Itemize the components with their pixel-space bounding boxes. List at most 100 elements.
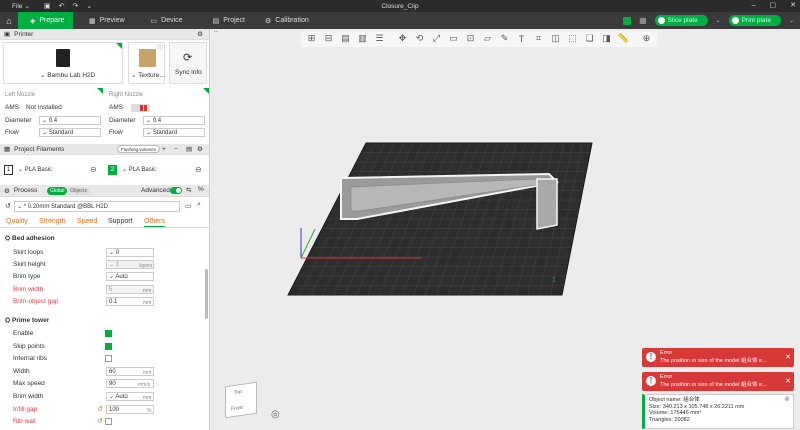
percent-icon[interactable]: % — [198, 186, 204, 193]
maximize-icon[interactable]: ▢ — [770, 0, 777, 12]
tab-strength[interactable]: Strength — [39, 218, 65, 225]
tab-preview[interactable]: ▦ Preview — [79, 12, 135, 29]
filament-index: 1 — [4, 165, 13, 175]
remove-circle-icon[interactable]: ⊖ — [195, 165, 202, 174]
edit-icon[interactable]: ▤ — [186, 145, 192, 153]
width-input[interactable]: 60 mm — [106, 367, 154, 376]
error-toast-1[interactable]: ! Error The position or size of the mode… — [642, 348, 794, 367]
filament-name-label: PLA Basic — [128, 167, 157, 173]
remove-circle-icon[interactable]: ⊖ — [90, 165, 97, 174]
right-diameter-value: 0.4 — [152, 118, 162, 124]
global-toggle[interactable]: Global — [47, 187, 68, 195]
close-icon[interactable]: ⊗ — [784, 396, 790, 404]
brim-width-label-text: Brim width — [13, 286, 44, 293]
undo-process-icon[interactable]: ↺ — [5, 202, 11, 210]
process-preset-select[interactable]: ⌄ * 0.20mm Standard @BBL H2D — [14, 201, 180, 212]
print-plate-button[interactable]: Print plate — [728, 15, 781, 26]
brim-type-select[interactable]: ⌄ Auto — [106, 272, 154, 281]
view-cube-front: Front — [231, 404, 243, 413]
left-diameter-label: Diameter — [5, 117, 32, 124]
filament-name: ⌄ PLA Basic — [122, 167, 157, 173]
advanced-switch[interactable] — [170, 187, 182, 194]
infill-gap-input[interactable]: 100% — [106, 405, 154, 414]
info-icon[interactable]: ⓘ — [157, 43, 163, 52]
gear-icon[interactable]: ⚙ — [197, 30, 203, 38]
error-toast-2[interactable]: ! Error The position or size of the mode… — [642, 372, 794, 391]
close-icon[interactable]: ✕ — [790, 0, 796, 12]
left-diameter-select[interactable]: ⌄ 0.4 — [39, 116, 101, 125]
plate-type-card[interactable]: ⓘ ⌄ Texture... — [128, 42, 165, 84]
right-flow-select[interactable]: ⌄ Standard — [143, 128, 205, 137]
right-nozzle-flag — [203, 88, 209, 94]
camera-icon[interactable]: ◎ — [271, 409, 280, 420]
sync-info-button[interactable]: ⟳ Sync info — [169, 42, 207, 84]
file-menu-label: File — [12, 2, 23, 10]
printer-section-title: Printer — [14, 30, 34, 38]
add-icon[interactable]: + — [162, 146, 166, 153]
tab-quality[interactable]: Quality — [6, 218, 28, 225]
printer-card[interactable]: ⌄ Bambu Lab H2D — [3, 42, 123, 84]
slice-plate-button[interactable]: Slice plate — [654, 15, 708, 26]
max-speed-input[interactable]: 90 mm/s — [106, 379, 154, 388]
file-menu[interactable]: File ⌄ — [12, 2, 30, 11]
right-flow-label: Flow — [109, 129, 123, 136]
chevron-down-icon[interactable]: ⌄ — [86, 2, 92, 10]
internal-ribs-checkbox[interactable] — [105, 355, 112, 362]
enable-label: Enable — [13, 330, 34, 337]
filament-index: 2 — [108, 165, 117, 175]
plate-grid-icon[interactable] — [623, 16, 632, 25]
close-icon[interactable]: ✕ — [785, 353, 791, 361]
filament-name-label: PLA Basic — [24, 167, 53, 173]
chevron-down-icon[interactable]: ⌄ — [716, 17, 721, 24]
layout-icon[interactable]: ▦ — [639, 16, 647, 25]
objects-toggle[interactable]: Objects — [67, 187, 90, 195]
rib-wall-checkbox[interactable] — [105, 418, 112, 425]
printer-name-label: Bambu Lab H2D — [47, 72, 96, 79]
view-cube[interactable]: Top Front — [225, 381, 257, 419]
tab-label: Device — [161, 17, 183, 24]
skirt-loops-input[interactable]: ⌄ 0 — [106, 248, 154, 257]
tab-others[interactable]: Others — [144, 218, 166, 227]
skip-points-checkbox[interactable] — [105, 343, 112, 350]
search-icon[interactable]: ⌕ — [197, 201, 201, 209]
left-flow-select[interactable]: ⌄ Standard — [39, 128, 101, 137]
folder-icon[interactable]: ▭ — [185, 202, 192, 210]
tab-calibration[interactable]: ⚙ Calibration — [255, 12, 319, 29]
skirt-height-input[interactable]: ⌄ 1 layers — [106, 260, 154, 269]
3d-viewport[interactable]: ⇔ ⊞ ⊟ ▤ ▥ ☰ ✥ ⟲ ⤢ ▭ ⊡ ▱ ✎ T ⌗ ◫ ⬚ ❏ ◨ 📏 … — [211, 29, 800, 430]
tab-support[interactable]: Support — [108, 218, 133, 225]
right-diameter-select[interactable]: ⌄ 0.4 — [143, 116, 205, 125]
minimize-icon[interactable]: – — [752, 0, 756, 12]
process-preset-value: * 0.20mm Standard @BBL H2D — [23, 204, 108, 210]
undo-icon[interactable]: ↶ — [59, 2, 65, 10]
filament-1[interactable]: 1 ⌄ PLA Basic ⊖ — [4, 165, 100, 176]
process-tabs: Quality Strength Speed Support Others — [0, 217, 209, 228]
chevron-down-icon[interactable]: ⌄ — [789, 17, 794, 24]
compare-icon[interactable]: ⇆ — [186, 186, 191, 194]
right-ams-label: AMS — [109, 104, 124, 111]
enable-checkbox[interactable] — [105, 330, 112, 337]
tab-prepare[interactable]: ◈ Prepare — [18, 12, 73, 29]
left-ams-label: AMS — [5, 104, 20, 111]
flushing-volumes-button[interactable]: Flushing volumes — [117, 145, 161, 153]
home-icon[interactable]: ⌂ — [0, 12, 18, 29]
filament-2[interactable]: 2 ⌄ PLA Basic ⊖ — [108, 165, 206, 176]
gear-icon[interactable]: ⚙ — [197, 145, 203, 153]
view-cube-top: Top — [234, 388, 243, 396]
save-icon[interactable]: ▣ — [44, 2, 51, 10]
close-icon[interactable]: ✕ — [785, 377, 791, 385]
tab-speed[interactable]: Speed — [77, 218, 97, 225]
reset-icon[interactable]: ↺ — [97, 417, 103, 425]
panel-scrollbar[interactable] — [205, 269, 208, 319]
printer-icon: ▣ — [4, 31, 11, 38]
redo-icon[interactable]: ↷ — [72, 2, 78, 10]
prime-brim-width-select[interactable]: ⌄ Auto mm — [106, 392, 154, 401]
brim-gap-input[interactable]: 0.1 mm — [106, 297, 154, 306]
remove-icon[interactable]: − — [174, 146, 178, 153]
tab-project[interactable]: ▤ Project — [203, 12, 255, 29]
reset-icon[interactable]: ↺ — [97, 405, 103, 413]
tab-device[interactable]: ▭ Device — [141, 12, 193, 29]
prime-brim-width-unit: mm — [143, 395, 152, 401]
brim-width-input[interactable]: 5 mm — [106, 285, 154, 294]
build-plate-scene[interactable]: 1 — [211, 29, 800, 430]
